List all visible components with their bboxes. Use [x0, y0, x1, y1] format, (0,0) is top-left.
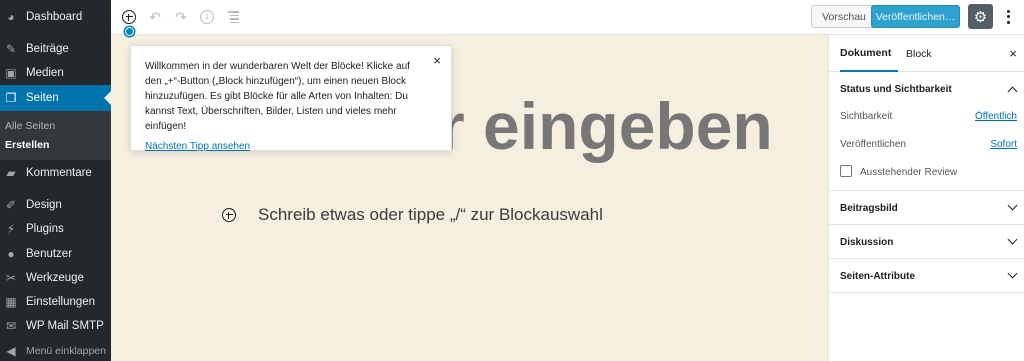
next-tip-link[interactable]: Nächsten Tipp ansehen: [145, 141, 250, 152]
settings-icon: ▦: [5, 295, 17, 309]
pending-review-label: Ausstehender Review: [860, 167, 958, 178]
chevron-down-icon[interactable]: [1007, 268, 1018, 279]
menu-item-media[interactable]: ▣ Medien: [0, 60, 111, 86]
tip-text: Willkommen in der wunderbaren Welt der B…: [145, 61, 410, 132]
menu-item-wp-mail-smtp[interactable]: ✉ WP Mail SMTP: [0, 313, 111, 339]
pin-icon: ✎: [5, 42, 17, 56]
paragraph-placeholder[interactable]: Schreib etwas oder tippe „/“ zur Blockau…: [258, 205, 603, 225]
wrench-icon: ✂: [5, 271, 17, 285]
visibility-label: Sichtbarkeit: [840, 111, 893, 122]
tip-beacon[interactable]: [125, 27, 134, 36]
menu-item-design[interactable]: ✐ Design: [0, 192, 111, 218]
menu-item-label: Dashboard: [26, 11, 83, 23]
divider: [829, 190, 1024, 191]
divider: [829, 292, 1024, 293]
visibility-value-link[interactable]: Öffentlich: [975, 111, 1017, 122]
panel-title-page-attributes[interactable]: Seiten-Attribute: [840, 271, 915, 282]
chevron-down-icon[interactable]: [1007, 234, 1018, 245]
tab-block[interactable]: Block: [906, 35, 932, 72]
menu-item-label: Kommentare: [26, 167, 92, 179]
pages-icon: ❐: [5, 91, 17, 105]
more-vertical-icon: [1006, 9, 1010, 13]
panel-title-status[interactable]: Status und Sichtbarkeit: [840, 84, 952, 95]
gear-icon: ⚙: [973, 8, 988, 26]
menu-item-users[interactable]: ● Benutzer: [0, 241, 111, 267]
undo-button[interactable]: ↶: [145, 7, 165, 27]
dashboard-icon: ◕: [7, 10, 15, 24]
redo-button[interactable]: ↷: [171, 7, 191, 27]
menu-item-posts[interactable]: ✎ Beiträge: [0, 36, 111, 62]
menu-item-dashboard[interactable]: ◕ Dashboard: [0, 4, 111, 30]
menu-item-label: WP Mail SMTP: [26, 320, 104, 332]
preview-button[interactable]: Vorschau: [811, 5, 877, 28]
list-view-icon: [227, 11, 239, 23]
menu-item-label: Werkzeuge: [26, 272, 84, 284]
menu-item-comments[interactable]: ▰ Kommentare: [0, 160, 111, 186]
submenu-all-pages[interactable]: Alle Seiten: [5, 120, 55, 132]
content-info-button[interactable]: i: [197, 7, 217, 27]
collapse-arrow-icon: ◀: [6, 344, 16, 358]
collapse-menu-button[interactable]: ◀ Menü einklappen: [0, 338, 111, 361]
close-icon[interactable]: ×: [433, 53, 441, 68]
mail-icon: ✉: [5, 319, 17, 333]
menu-item-settings[interactable]: ▦ Einstellungen: [0, 289, 111, 315]
welcome-tip-popover: Willkommen in der wunderbaren Welt der B…: [130, 45, 452, 152]
admin-sidebar: ◕ Dashboard ✎ Beiträge ▣ Medien ❐ Seiten…: [0, 0, 111, 361]
plugin-icon: ⚡: [6, 222, 16, 236]
menu-item-label: Design: [26, 199, 62, 211]
panel-title-featured-image[interactable]: Beitragsbild: [840, 203, 898, 214]
menu-item-label: Seiten: [26, 92, 59, 104]
block-navigation-button[interactable]: [223, 7, 243, 27]
collapse-menu-label: Menü einklappen: [26, 345, 106, 357]
undo-icon: ↶: [149, 8, 161, 25]
settings-sidebar: Dokument Block × Status und Sichtbarkeit…: [828, 35, 1024, 361]
paragraph-block[interactable]: Schreib etwas oder tippe „/“ zur Blockau…: [222, 205, 603, 225]
menu-item-label: Medien: [26, 67, 64, 79]
menu-item-tools[interactable]: ✂ Werkzeuge: [0, 265, 111, 291]
block-inserter-button[interactable]: [119, 7, 139, 27]
plus-circle-icon: [122, 10, 136, 24]
menu-item-label: Plugins: [26, 223, 64, 235]
menu-item-label: Benutzer: [26, 248, 73, 260]
menu-item-pages[interactable]: ❐ Seiten: [0, 85, 111, 111]
brush-icon: ✐: [5, 198, 17, 212]
media-icon: ▣: [5, 66, 17, 80]
close-icon[interactable]: ×: [1009, 46, 1017, 61]
editor-toolbar: ↶ ↷ i Vorschau Veröffentlichen… ⚙: [111, 0, 1024, 35]
divider: [829, 258, 1024, 259]
chevron-up-icon[interactable]: [1007, 86, 1018, 97]
pages-submenu: Alle Seiten Erstellen: [0, 111, 111, 160]
post-title[interactable]: r eingeben: [439, 88, 773, 164]
plus-circle-icon[interactable]: [222, 208, 236, 222]
panel-title-discussion[interactable]: Diskussion: [840, 237, 893, 248]
menu-item-label: Einstellungen: [26, 296, 96, 308]
user-icon: ●: [7, 247, 15, 261]
comments-icon: ▰: [6, 166, 16, 180]
pending-review-checkbox[interactable]: [840, 165, 852, 177]
publish-button[interactable]: Veröffentlichen…: [871, 5, 960, 28]
menu-item-label: Beiträge: [26, 43, 69, 55]
menu-item-plugins[interactable]: ⚡ Plugins: [0, 216, 111, 242]
divider: [829, 224, 1024, 225]
publish-label: Veröffentlichen: [840, 139, 906, 150]
sidebar-tabs: Dokument Block ×: [829, 35, 1024, 72]
info-icon: i: [200, 10, 214, 24]
settings-toggle-button[interactable]: ⚙: [968, 4, 993, 29]
tab-document[interactable]: Dokument: [840, 35, 898, 72]
submenu-create[interactable]: Erstellen: [5, 139, 49, 151]
more-options-button[interactable]: [1001, 5, 1015, 28]
redo-icon: ↷: [175, 8, 187, 25]
chevron-down-icon[interactable]: [1007, 200, 1018, 211]
publish-date-link[interactable]: Sofort: [990, 139, 1017, 150]
